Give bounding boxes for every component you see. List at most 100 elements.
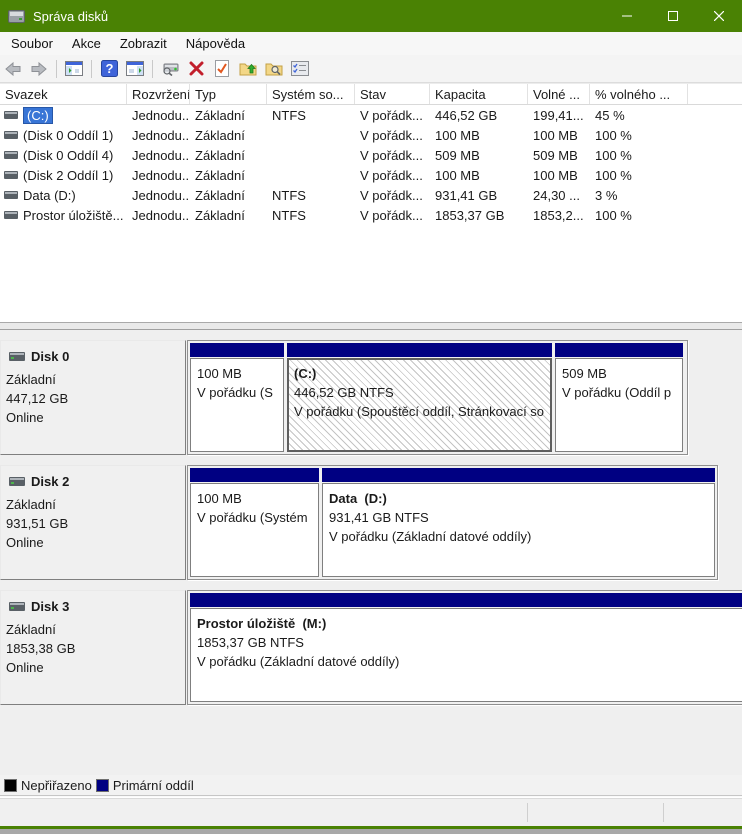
minimize-button[interactable]	[604, 0, 650, 32]
disk-status: Online	[6, 533, 179, 552]
svg-text:?: ?	[105, 61, 113, 76]
disk2-strip: 100 MB V pořádku (Systém Data (D:) 931,4…	[187, 465, 718, 580]
action-pane-icon	[126, 61, 144, 76]
column-header-rozvrzeni[interactable]: Rozvržení	[127, 84, 190, 104]
volume-capacity: 446,52 GB	[430, 108, 528, 123]
disk-management-window: Správa disků Soubor Akce Zobrazit Nápově…	[0, 0, 742, 834]
volume-icon	[4, 191, 18, 199]
folder-search-icon	[265, 61, 283, 77]
disk-icon	[9, 477, 25, 486]
partition-color-bar	[322, 468, 715, 482]
partition-status: V pořádku (Spouštěcí oddíl, Stránkovací …	[294, 402, 550, 421]
disk-name: Disk 3	[31, 599, 69, 614]
volume-icon	[4, 111, 18, 119]
volume-status: V pořádk...	[355, 188, 430, 203]
volume-layout: Jednodu...	[127, 168, 190, 183]
disk3-partition-m[interactable]: Prostor úložiště (M:) 1853,37 GB NTFS V …	[190, 593, 742, 702]
volume-capacity: 100 MB	[430, 168, 528, 183]
check-document-icon	[215, 60, 229, 77]
volume-free-pct: 100 %	[590, 168, 688, 183]
volume-row-prostor-uloziste[interactable]: Prostor úložiště... Jednodu... Základní …	[0, 205, 742, 225]
help-icon: ?	[101, 60, 118, 77]
volume-status: V pořádk...	[355, 128, 430, 143]
column-header-stav[interactable]: Stav	[355, 84, 430, 104]
close-button[interactable]	[696, 0, 742, 32]
folder-up-icon	[239, 61, 257, 77]
back-button[interactable]	[1, 58, 25, 80]
volume-type: Základní	[190, 188, 267, 203]
volume-row-disk0-oddil1[interactable]: (Disk 0 Oddíl 1) Jednodu... Základní V p…	[0, 125, 742, 145]
column-header-procento-volneho[interactable]: % volného ...	[590, 84, 688, 104]
volume-row-disk0-oddil4[interactable]: (Disk 0 Oddíl 4) Jednodu... Základní V p…	[0, 145, 742, 165]
volume-list-header: Svazek Rozvržení Typ Systém so... Stav K…	[0, 83, 742, 105]
volume-row-data-d[interactable]: Data (D:) Jednodu... Základní NTFS V poř…	[0, 185, 742, 205]
column-header-svazek[interactable]: Svazek	[0, 84, 127, 104]
volume-type: Základní	[190, 208, 267, 223]
volume-row-c[interactable]: (C:) Jednodu... Základní NTFS V pořádk..…	[0, 105, 742, 125]
disk-status: Online	[6, 658, 179, 677]
volume-status: V pořádk...	[355, 208, 430, 223]
legend-label: Nepřiřazeno	[21, 778, 92, 793]
explore-folder-button[interactable]	[262, 58, 286, 80]
disk0-partition-3[interactable]: 509 MB V pořádku (Oddíl p	[555, 343, 683, 452]
volume-capacity: 931,41 GB	[430, 188, 528, 203]
partition-size: 509 MB	[562, 364, 682, 383]
disk2-row: Disk 2 Základní 931,51 GB Online 100 MB …	[0, 465, 742, 580]
forward-icon	[30, 61, 48, 77]
menu-napoveda[interactable]: Nápověda	[177, 33, 254, 54]
volume-fs: NTFS	[267, 188, 355, 203]
partition-status: V pořádku (S	[197, 383, 283, 402]
partition-color-bar	[287, 343, 552, 357]
volume-icon	[4, 131, 18, 139]
volume-type: Základní	[190, 108, 267, 123]
column-header-kapacita[interactable]: Kapacita	[430, 84, 528, 104]
volume-icon	[4, 211, 18, 219]
disk-status: Online	[6, 408, 179, 427]
disk3-info[interactable]: Disk 3 Základní 1853,38 GB Online	[0, 590, 186, 705]
partition-status: V pořádku (Systém	[197, 508, 318, 527]
legend-label: Primární oddíl	[113, 778, 194, 793]
volume-layout: Jednodu...	[127, 208, 190, 223]
volume-icon	[4, 171, 18, 179]
disk0-partition-1[interactable]: 100 MB V pořádku (S	[190, 343, 284, 452]
show-console-tree-button[interactable]	[62, 58, 86, 80]
open-parent-folder-button[interactable]	[236, 58, 260, 80]
check-document-button[interactable]	[210, 58, 234, 80]
volume-list: Svazek Rozvržení Typ Systém so... Stav K…	[0, 83, 742, 322]
legend-primary-partition: Primární oddíl	[96, 778, 194, 793]
volume-name: (C:)	[23, 107, 53, 124]
task-list-button[interactable]	[288, 58, 312, 80]
disk2-info[interactable]: Disk 2 Základní 931,51 GB Online	[0, 465, 186, 580]
volume-row-disk2-oddil1[interactable]: (Disk 2 Oddíl 1) Jednodu... Základní V p…	[0, 165, 742, 185]
volume-capacity: 509 MB	[430, 148, 528, 163]
disk0-info[interactable]: Disk 0 Základní 447,12 GB Online	[0, 340, 186, 455]
disk2-partition-data[interactable]: Data (D:) 931,41 GB NTFS V pořádku (Zákl…	[322, 468, 715, 577]
volume-free: 100 MB	[528, 168, 590, 183]
partition-title: Data (D:)	[329, 489, 714, 508]
maximize-button[interactable]	[650, 0, 696, 32]
delete-icon	[189, 61, 204, 76]
disk2-partition-1[interactable]: 100 MB V pořádku (Systém	[190, 468, 319, 577]
device-properties-button[interactable]	[158, 58, 182, 80]
volume-free-pct: 100 %	[590, 128, 688, 143]
menu-zobrazit[interactable]: Zobrazit	[111, 33, 176, 54]
show-action-pane-button[interactable]	[123, 58, 147, 80]
forward-button[interactable]	[27, 58, 51, 80]
disk-type: Základní	[6, 620, 179, 639]
column-header-system-souboru[interactable]: Systém so...	[267, 84, 355, 104]
device-properties-icon	[161, 62, 180, 76]
help-button[interactable]: ?	[97, 58, 121, 80]
menu-soubor[interactable]: Soubor	[2, 33, 62, 54]
delete-button[interactable]	[184, 58, 208, 80]
disk0-partition-c[interactable]: (C:) 446,52 GB NTFS V pořádku (Spouštěcí…	[287, 343, 552, 452]
console-tree-icon	[65, 61, 83, 76]
column-header-volne[interactable]: Volné ...	[528, 84, 590, 104]
menubar: Soubor Akce Zobrazit Nápověda	[0, 32, 742, 55]
menu-akce[interactable]: Akce	[63, 33, 110, 54]
volume-layout: Jednodu...	[127, 148, 190, 163]
legend-unallocated: Nepřiřazeno	[4, 778, 92, 793]
disk-name: Disk 2	[31, 474, 69, 489]
volume-status: V pořádk...	[355, 168, 430, 183]
column-header-typ[interactable]: Typ	[190, 84, 267, 104]
pane-splitter[interactable]	[0, 322, 742, 330]
